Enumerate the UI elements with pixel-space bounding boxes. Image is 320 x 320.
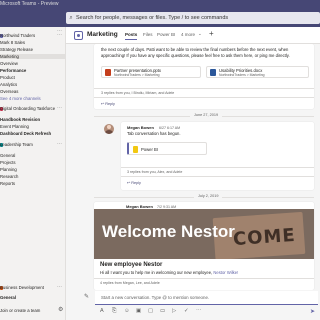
channel-product[interactable]: Product [0,75,15,80]
divider [121,176,314,177]
channel-planning[interactable]: Planning [0,167,17,172]
channel-title: Marketing [87,31,118,38]
add-tab-icon[interactable]: + [209,29,214,38]
tab-files[interactable]: Files [143,32,153,37]
see-more-channels-link[interactable]: See 4 more channels [0,96,41,101]
search-placeholder: Search for people, messages or files. Ty… [76,15,229,21]
attachment-docx[interactable]: Usability Priorities.docx NorthwindTrade… [206,66,309,78]
approval-icon[interactable]: ✓ [184,308,189,314]
message-author[interactable]: Megan Bowen [127,125,154,130]
team-logo-icon [74,31,83,40]
tab-power-bi[interactable]: Power BI [157,32,175,37]
message-time: 7/2 9:31 AM [157,204,177,209]
tab-posts[interactable]: Posts [125,32,138,40]
teams-list: ⋯ Northwind Traders ⋯ Mark 8 Sales Strat… [0,27,66,320]
tab-more[interactable]: 4 more [181,32,195,37]
banner-title: Welcome Nestor [102,222,235,241]
channel-overview[interactable]: Overview [0,61,18,66]
chevron-down-icon[interactable]: ⌄ [198,31,202,37]
divider [121,167,314,168]
message-text: the next couple of days. Patti want to b… [101,47,289,52]
new-conversation-icon[interactable]: ✎ [84,293,89,300]
replies-summary[interactable]: 3 replies from you, Alex, and Adele [127,170,182,174]
meet-icon[interactable]: ▭ [160,308,165,314]
search-input[interactable]: ⌕ Search for people, messages or files. … [66,12,320,24]
compose-toolbar: A ⎘ ☺ ▣ ▢ ▭ ▷ ✓ ⋯ ➤ [100,308,315,318]
settings-icon[interactable]: ⚙ [58,306,63,313]
attachment-path: NorthwindTraders > Marketing [114,73,160,77]
reply-button[interactable]: ↩ Reply [127,180,141,185]
channel-performance[interactable]: Performance [0,68,26,73]
more-options-icon[interactable]: ⋯ [57,32,62,38]
message-text: Hi all I want you to help me in welcomin… [100,270,238,275]
message-body: Hi all I want you to help me in welcomin… [100,270,214,275]
tab-card-label: Power BI [141,147,158,152]
send-icon[interactable]: ➤ [310,308,315,315]
reply-label: Reply [131,181,141,185]
gif-icon[interactable]: ▣ [136,308,141,314]
channel-marketing[interactable]: Marketing [0,54,65,59]
attach-icon[interactable]: ⎘ [112,308,116,315]
divider [94,278,314,279]
search-icon: ⌕ [69,14,73,21]
channel-reports[interactable]: Reports [0,181,15,186]
welcome-banner-image: COME Welcome Nestor [94,209,314,259]
more-options-icon[interactable]: ⋯ [57,141,62,147]
channel-research[interactable]: Research [0,174,18,179]
sticker-icon[interactable]: ▢ [148,308,153,314]
replies-summary[interactable]: 4 replies from Megan, Lee, and Adele [100,281,160,285]
channel-overseas[interactable]: Overseas [0,89,18,94]
compose-box[interactable]: Start a new conversation. Type @ to ment… [95,291,318,305]
message-list: the next couple of days. Patti want to b… [66,44,320,290]
channel-header: Marketing Posts Files Power BI 4 more ⌄ … [66,27,320,44]
message-text: approaching! If you have any specific qu… [101,53,290,58]
channel-dashboard-deck[interactable]: Dashboard Deck Refresh [0,131,51,136]
date-separator: July 2, 2019 [194,194,223,198]
divider [94,88,314,89]
channel-handbook-revision[interactable]: Handbook Revision [0,117,40,122]
message-card: the next couple of days. Patti want to b… [94,44,314,109]
team-digital-onboarding[interactable]: Digital Onboarding Taskforce [0,106,55,111]
team-business-development[interactable]: Business Development [0,285,44,290]
window-title: Microsoft Teams - Preview [0,1,59,7]
power-bi-tab-card[interactable]: Power BI [127,142,207,155]
reply-label: Reply [105,102,115,106]
channel-strategy-release[interactable]: Strategy Release [0,47,33,52]
attachment-path: NorthwindTraders > Marketing [219,73,265,77]
channel-analytics[interactable]: Analytics [0,82,17,87]
attachment-pptx[interactable]: Partner presentation.pptx NorthwindTrade… [101,66,201,78]
reply-button[interactable]: ↩ Reply [101,101,115,106]
powerpoint-icon [105,69,111,76]
format-icon[interactable]: A [100,308,104,314]
message-time: 6/27 6:17 AM [159,125,181,130]
word-icon [210,69,216,76]
more-apps-icon[interactable]: ⋯ [196,308,202,314]
channel-mark8-sales[interactable]: Mark 8 Sales [0,40,25,45]
message-text: Tab conversation has begun. [127,131,181,136]
divider [94,97,314,98]
doormat-lettering: COME [232,224,297,251]
channel-projects[interactable]: Projects [0,160,16,165]
channel-event-planning[interactable]: Event Planning [0,124,29,129]
mention-link[interactable]: Nestor Wilke! [213,270,238,275]
power-bi-icon [133,146,138,153]
message-heading: New employee Nestor [100,262,163,268]
message-card: Megan Bowen 6/27 6:17 AM Tab conversatio… [121,122,314,190]
team-northwind-traders[interactable]: Northwind Traders [0,33,35,38]
join-or-create-team-link[interactable]: Join or create a team [0,308,40,313]
more-options-icon[interactable]: ⋯ [57,105,62,111]
channel-general[interactable]: General [0,153,15,158]
title-bar: Microsoft Teams - Preview ⌕ Search for p… [0,0,320,27]
replies-summary[interactable]: 3 replies from you, I Bindiu, Miriam, an… [101,91,174,95]
date-separator: June 27, 2019 [190,113,223,117]
compose-placeholder: Start a new conversation. Type @ to ment… [101,295,210,300]
team-leadership[interactable]: Leadership Team [0,142,33,147]
channel-general-2[interactable]: General [0,295,16,300]
emoji-icon[interactable]: ☺ [124,308,130,314]
more-options-icon[interactable]: ⋯ [57,284,62,290]
stream-icon[interactable]: ▷ [172,308,176,314]
